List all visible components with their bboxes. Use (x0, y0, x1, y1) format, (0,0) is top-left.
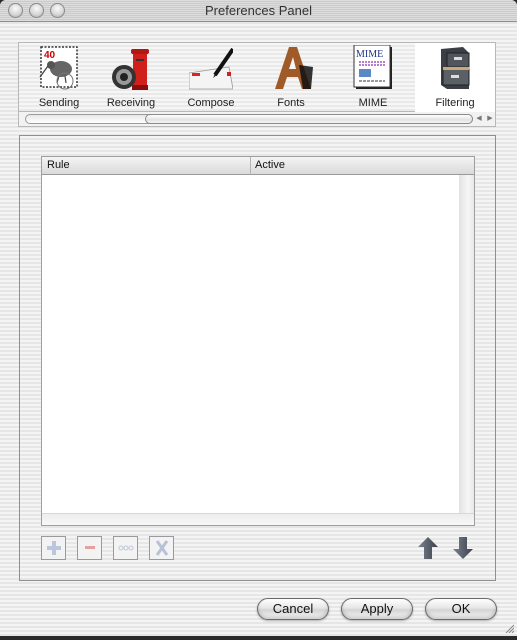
x-icon (155, 540, 168, 556)
move-rule-up-button[interactable] (417, 536, 441, 560)
column-header-rule[interactable]: Rule (47, 159, 70, 171)
column-header-active[interactable]: Active (255, 159, 285, 171)
edit-rule-button[interactable] (113, 536, 138, 560)
minus-icon (84, 546, 95, 549)
table-header: Rule Active (42, 157, 474, 175)
tab-receiving[interactable]: Receiving (91, 43, 171, 113)
preferences-toolbar: 40 Sending Receiving Compose Fonts MIME … (18, 42, 496, 113)
ok-button[interactable]: OK (425, 598, 497, 620)
remove-rule-button[interactable] (77, 536, 102, 560)
postbox-icon (112, 49, 149, 90)
letter-a-icon (275, 47, 313, 89)
column-divider[interactable] (250, 157, 251, 175)
desktop-background (0, 636, 517, 640)
title-bar[interactable]: Preferences Panel (0, 0, 517, 22)
mime-text: MIME (356, 49, 383, 60)
tab-mime[interactable]: MIME MIME (333, 43, 413, 113)
clear-rules-button[interactable] (149, 536, 174, 560)
cancel-button[interactable]: Cancel (257, 598, 329, 620)
add-rule-button[interactable] (41, 536, 66, 560)
window-title: Preferences Panel (205, 3, 312, 18)
mime-document-icon: MIME (353, 45, 392, 89)
file-cabinet-icon (441, 47, 470, 89)
filtering-panel: Rule Active (19, 135, 496, 581)
tab-label: Compose (187, 97, 235, 109)
tab-label: Fonts (277, 97, 305, 109)
rules-table[interactable]: Rule Active (41, 156, 475, 526)
plus-icon (46, 541, 61, 555)
table-horizontal-scrollbar[interactable] (42, 513, 474, 525)
arrow-up-icon (418, 537, 438, 559)
tab-compose[interactable]: Compose (171, 43, 251, 113)
move-rule-down-button[interactable] (452, 536, 476, 560)
arrow-down-icon (453, 537, 473, 559)
table-vertical-scrollbar[interactable] (459, 175, 474, 513)
tab-label: MIME (358, 97, 388, 109)
scroll-left-arrow-icon[interactable]: ◀ (474, 114, 484, 122)
tab-label: Sending (38, 97, 80, 109)
pen-envelope-icon (189, 47, 233, 90)
resize-grip-icon[interactable] (504, 623, 514, 633)
tab-label: Receiving (106, 97, 156, 109)
scroll-thumb[interactable] (145, 114, 473, 124)
tab-fonts[interactable]: Fonts (251, 43, 331, 113)
tab-label: Filtering (435, 97, 475, 109)
stamp-value: 40 (44, 50, 56, 61)
tab-filtering[interactable]: Filtering (415, 43, 495, 113)
tab-sending[interactable]: 40 Sending (19, 43, 99, 113)
apply-button[interactable]: Apply (341, 598, 413, 620)
ellipsis-icon (118, 545, 133, 551)
kiwi-stamp-icon: 40 (39, 46, 78, 90)
toolbar-horizontal-scrollbar[interactable]: ◀ ▶ (18, 112, 496, 127)
preferences-window: Preferences Panel 40 Sending Receiving C… (0, 0, 517, 636)
scroll-right-arrow-icon[interactable]: ▶ (485, 114, 495, 122)
